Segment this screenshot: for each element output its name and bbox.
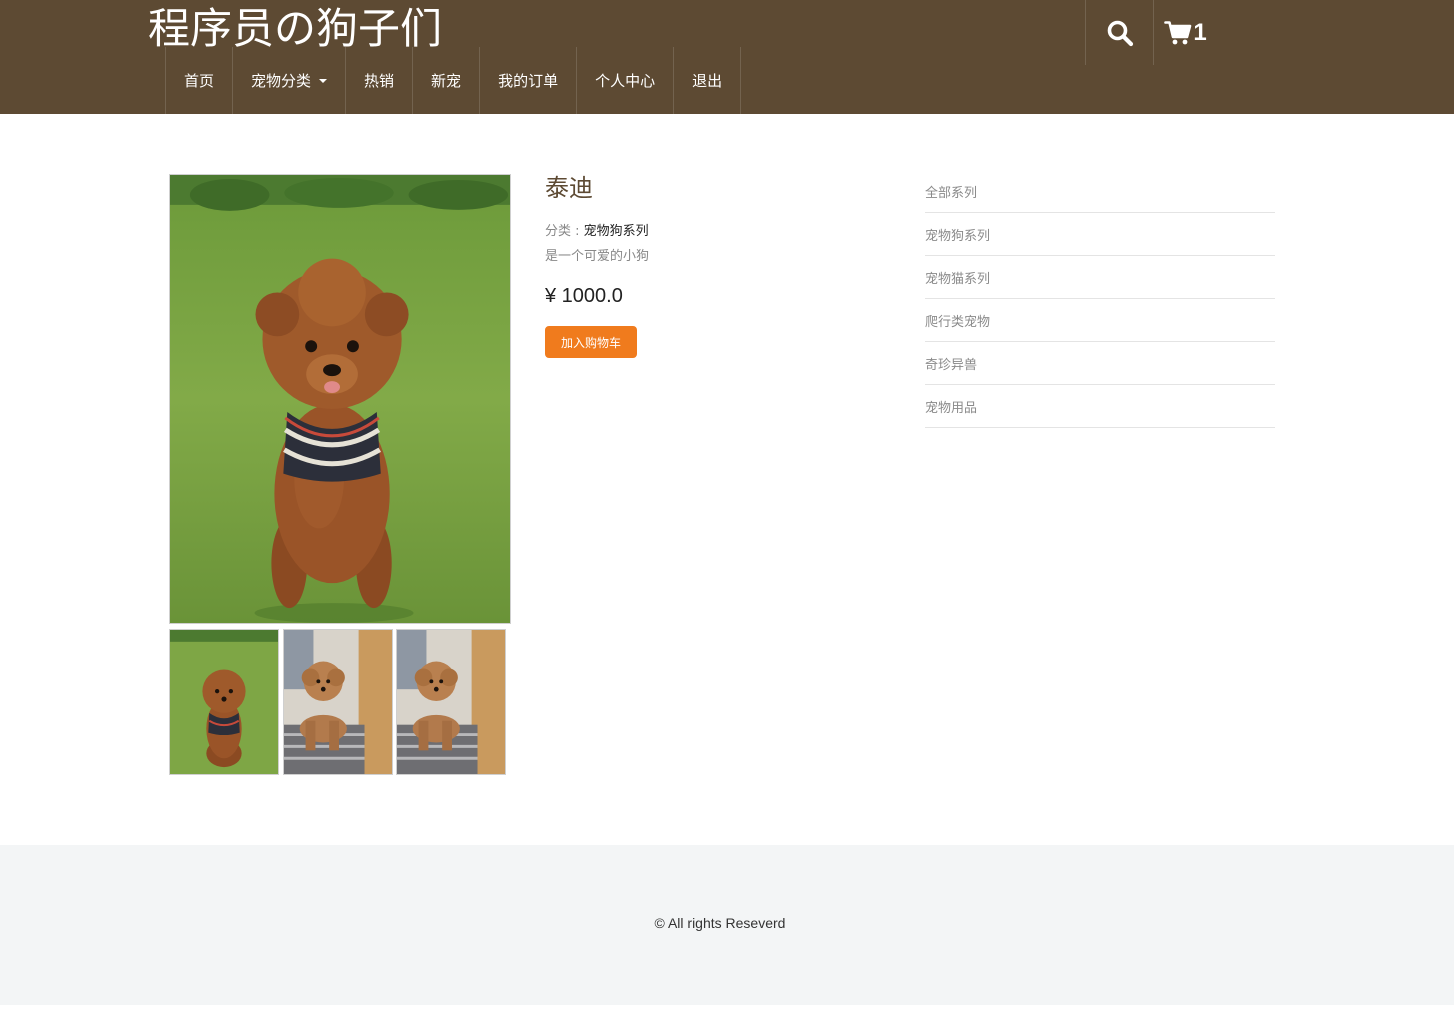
- product-description: 是一个可爱的小狗: [545, 249, 650, 264]
- main-nav: 首页 宠物分类 热销 新宠 我的订单 个人中心 退出: [165, 47, 742, 114]
- category-item-supplies[interactable]: 宠物用品: [925, 385, 1275, 428]
- product-price: ¥ 1000.0: [545, 285, 623, 307]
- nav-item-my-orders[interactable]: 我的订单: [480, 47, 578, 114]
- footer-copyright: © All rights Reseverd: [654, 915, 786, 931]
- nav-item-logout[interactable]: 退出: [674, 47, 742, 114]
- product-category: 分类 : 宠物狗系列: [545, 222, 649, 242]
- category-item-cats[interactable]: 宠物猫系列: [925, 256, 1275, 299]
- category-sidebar: 全部系列 宠物狗系列 宠物猫系列 爬行类宠物 奇珍异兽 宠物用品: [925, 170, 1275, 428]
- category-item-exotic[interactable]: 奇珍异兽: [925, 342, 1275, 385]
- search-button[interactable]: [1085, 0, 1153, 65]
- cart-count: 1: [1193, 18, 1207, 46]
- product-main-image: [169, 174, 511, 624]
- nav-item-label: 热销: [364, 72, 395, 90]
- category-item-reptiles[interactable]: 爬行类宠物: [925, 299, 1275, 342]
- nav-item-label: 首页: [184, 72, 215, 90]
- nav-item-label: 退出: [692, 72, 723, 90]
- add-to-cart-button[interactable]: 加入购物车: [545, 326, 637, 358]
- category-item-all[interactable]: 全部系列: [925, 170, 1275, 213]
- site-header: 程序员の狗子们 首页 宠物分类 热销 新宠 我的订单 个人中心 退出 1: [0, 0, 1454, 114]
- caret-down-icon: [319, 78, 328, 83]
- nav-item-pet-categories[interactable]: 宠物分类: [233, 47, 347, 114]
- cart-icon: [1164, 20, 1192, 44]
- site-footer: © All rights Reseverd: [0, 845, 1454, 1005]
- product-thumbnail-1[interactable]: [169, 629, 279, 775]
- product-thumbnail-2[interactable]: [283, 629, 393, 775]
- nav-item-label: 宠物分类: [251, 72, 312, 90]
- cart-button[interactable]: 1: [1153, 0, 1223, 65]
- nav-item-profile[interactable]: 个人中心: [577, 47, 675, 114]
- product-thumbnail-3[interactable]: [396, 629, 506, 775]
- nav-item-label: 个人中心: [595, 72, 656, 90]
- product-category-link[interactable]: 宠物狗系列: [584, 224, 649, 239]
- nav-item-new[interactable]: 新宠: [413, 47, 481, 114]
- nav-item-label: 我的订单: [498, 72, 559, 90]
- nav-item-hot[interactable]: 热销: [346, 47, 414, 114]
- category-item-dogs[interactable]: 宠物狗系列: [925, 213, 1275, 256]
- nav-item-home[interactable]: 首页: [166, 47, 234, 114]
- nav-item-label: 新宠: [431, 72, 462, 90]
- search-icon: [1107, 20, 1133, 46]
- product-category-label: 分类 :: [545, 224, 584, 239]
- product-name: 泰迪: [545, 174, 593, 202]
